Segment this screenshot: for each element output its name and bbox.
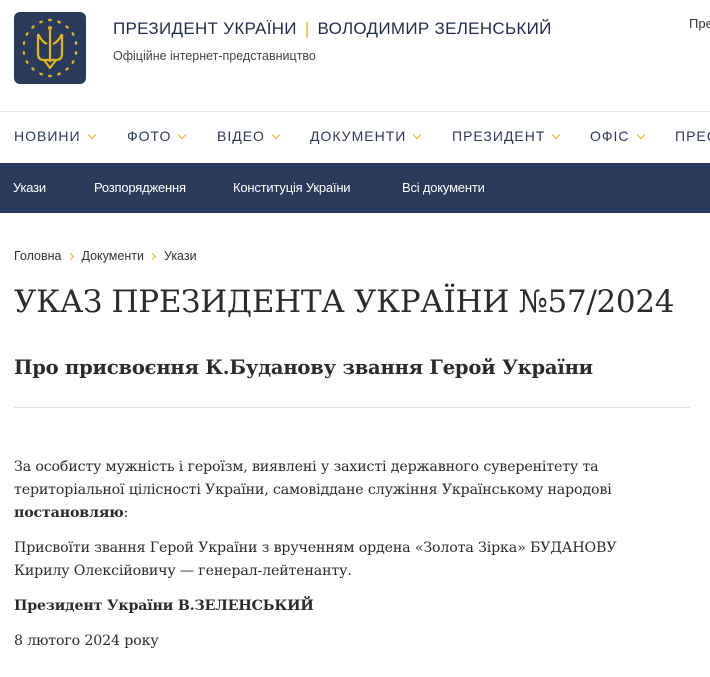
nav-item-documents[interactable]: ДОКУМЕНТИ	[310, 128, 422, 144]
title-separator: |	[304, 19, 310, 38]
chevron-down-icon	[552, 130, 561, 140]
chevron-down-icon	[271, 130, 281, 140]
trident-icon	[22, 18, 78, 78]
site-header: ПРЕЗИДЕНТ УКРАЇНИ | ВОЛОДИМИР ЗЕЛЕНСЬКИЙ О…	[0, 0, 710, 112]
resolve-word: постановляю	[14, 505, 124, 521]
nav-item-label: ВІДЕО	[217, 128, 265, 144]
content-divider	[14, 407, 690, 408]
chevron-down-icon	[636, 130, 645, 140]
nav-item-label: НОВИНИ	[14, 128, 81, 144]
document-date: 8 лютого 2024 року	[14, 633, 159, 649]
breadcrumb-documents[interactable]: Документи	[82, 249, 144, 263]
chevron-down-icon	[178, 130, 187, 140]
subnav-item-all-documents[interactable]: Всі документи	[402, 180, 485, 195]
breadcrumb-decrees[interactable]: Укази	[164, 249, 197, 263]
preamble-paragraph: За особисту мужність і героїзм, виявлені…	[14, 456, 704, 525]
breadcrumb-home[interactable]: Головна	[14, 249, 62, 263]
text-line: Кирилу Олексійовичу — генерал-лейтенанту…	[14, 563, 352, 579]
site-subtitle: Офіційне інтернет-представництво	[113, 49, 316, 63]
subnav-item-decrees[interactable]: Укази	[13, 180, 46, 195]
subnav-item-orders[interactable]: Розпорядження	[94, 180, 186, 195]
nav-item-label: ДОКУМЕНТИ	[310, 128, 407, 144]
nav-item-office[interactable]: ОФІС	[590, 128, 645, 144]
breadcrumb: Головна Документи Укази	[14, 249, 197, 263]
chevron-down-icon	[413, 130, 422, 140]
nav-item-press[interactable]: ПРЕС	[675, 128, 710, 144]
chevron-right-icon	[148, 252, 156, 261]
site-logo[interactable]	[14, 12, 86, 84]
page-title: УКАЗ ПРЕЗИДЕНТА УКРАЇНИ №57/2024	[14, 284, 675, 320]
main-nav: НОВИНИ ФОТО ВІДЕО ДОКУМЕНТИ ПРЕЗИДЕНТ ОФ…	[0, 112, 710, 163]
nav-item-photo[interactable]: ФОТО	[127, 128, 187, 144]
chevron-right-icon	[66, 252, 74, 261]
nav-item-label: ФОТО	[127, 128, 172, 144]
site-title-left: ПРЕЗИДЕНТ УКРАЇНИ	[113, 19, 297, 38]
nav-item-label: ОФІС	[590, 128, 630, 144]
nav-item-video[interactable]: ВІДЕО	[217, 128, 281, 144]
text-line: За особисту мужність і героїзм, виявлені…	[14, 459, 599, 475]
site-title[interactable]: ПРЕЗИДЕНТ УКРАЇНИ | ВОЛОДИМИР ЗЕЛЕНСЬКИЙ	[113, 19, 552, 39]
text-line: постановляю:	[14, 502, 704, 525]
colon: :	[123, 505, 129, 521]
nav-item-president[interactable]: ПРЕЗИДЕНТ	[452, 128, 561, 144]
signature: Президент України В.ЗЕЛЕНСЬКИЙ	[14, 598, 314, 614]
text-line: територіальної цілісності України, самов…	[14, 482, 612, 498]
chevron-down-icon	[87, 130, 96, 140]
subnav-item-constitution[interactable]: Конституція України	[233, 180, 351, 195]
document-subtitle: Про присвоєння К.Буданову звання Герой У…	[14, 356, 593, 379]
nav-item-label: ПРЕЗИДЕНТ	[452, 128, 546, 144]
nav-item-news[interactable]: НОВИНИ	[14, 128, 96, 144]
press-center-link[interactable]: Пре	[689, 16, 710, 31]
text-line: Присвоїти звання Герой України з врученн…	[14, 540, 617, 556]
decision-paragraph: Присвоїти звання Герой України з врученн…	[14, 537, 704, 583]
documents-subnav: Укази Розпорядження Конституція України …	[0, 163, 710, 213]
site-title-right: ВОЛОДИМИР ЗЕЛЕНСЬКИЙ	[317, 19, 552, 38]
nav-item-label: ПРЕС	[675, 128, 710, 144]
